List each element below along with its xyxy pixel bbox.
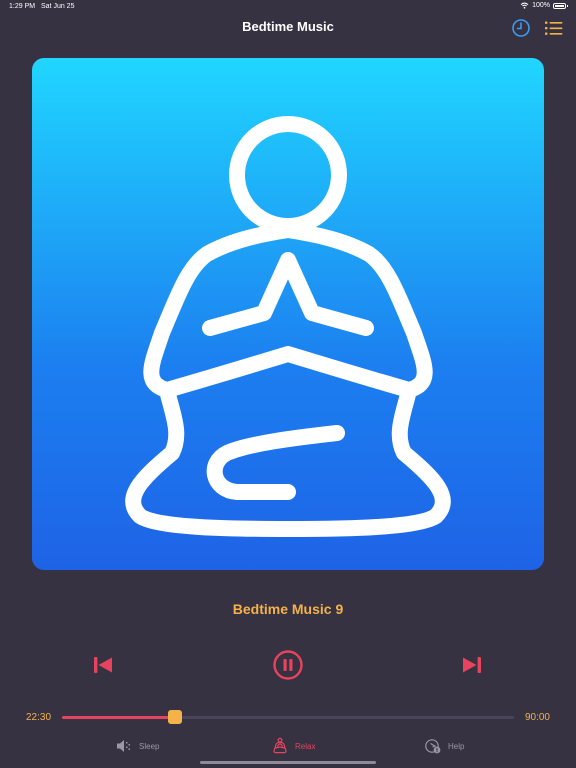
- help-icon: [425, 739, 441, 754]
- status-time: 1:29 PM: [9, 3, 36, 10]
- elapsed-time: 22:30: [26, 712, 52, 723]
- page-title: Bedtime Music: [242, 19, 334, 34]
- status-indicators: 100%: [520, 2, 568, 9]
- tab-sleep[interactable]: Sleep: [115, 735, 159, 757]
- track-title: Bedtime Music 9: [232, 601, 344, 617]
- album-artwork: [32, 58, 544, 570]
- tab-help-label: Help: [448, 741, 465, 751]
- list-icon[interactable]: [543, 17, 565, 39]
- battery-percent: 100%: [532, 2, 550, 9]
- pause-icon[interactable]: [272, 649, 304, 681]
- next-icon[interactable]: [461, 654, 483, 676]
- tab-bar: Sleep Relax Help: [0, 735, 576, 757]
- previous-icon[interactable]: [92, 654, 114, 676]
- status-bar: 1:29 PM Sat Jun 25 100%: [0, 0, 576, 14]
- battery-icon: [553, 2, 568, 9]
- progress-slider[interactable]: [62, 710, 514, 724]
- speaker-icon: [117, 740, 130, 752]
- meditation-icon: [273, 737, 287, 754]
- status-date: Sat Jun 25: [41, 3, 75, 10]
- home-indicator: [200, 761, 376, 764]
- tab-sleep-label: Sleep: [139, 741, 160, 751]
- total-time: 90:00: [524, 712, 550, 723]
- tab-relax[interactable]: Relax: [271, 735, 315, 757]
- tab-relax-label: Relax: [295, 741, 316, 751]
- meditation-figure-icon: [125, 116, 451, 537]
- clock-icon[interactable]: [510, 17, 532, 39]
- tab-help[interactable]: Help: [424, 735, 464, 757]
- progress-thumb[interactable]: [168, 710, 182, 724]
- progress-fill: [62, 716, 175, 719]
- wifi-icon: [520, 2, 529, 9]
